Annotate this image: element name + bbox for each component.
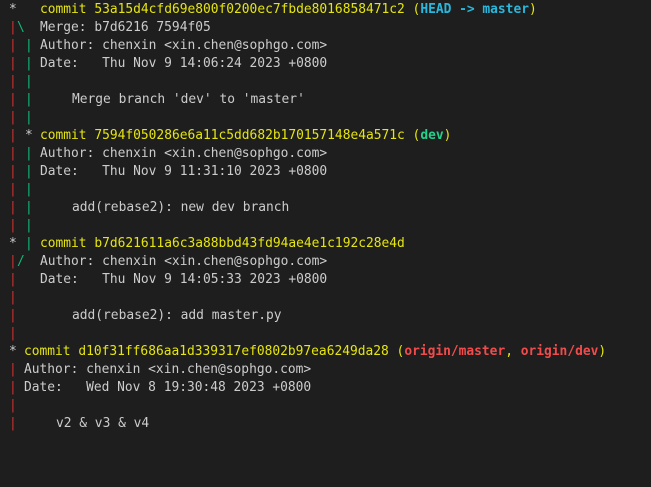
- commit-message: Merge branch 'dev' to 'master': [72, 92, 305, 107]
- date-line: Date: Thu Nov 9 14:06:24 2023 +0800: [40, 56, 328, 71]
- commit-line: * commit 53a15d4cfd69e800f0200ec7fbde801…: [9, 2, 537, 17]
- graph-pipe: |: [25, 200, 33, 215]
- commit-message: add(rebase2): new dev branch: [72, 200, 290, 215]
- author-line: Author: chenxin <xin.chen@sophgo.com>: [40, 38, 328, 53]
- graph-pipe: |: [9, 20, 17, 35]
- merge-line: Merge: b7d6216 7594f05: [40, 20, 211, 35]
- commit-word: commit: [40, 2, 87, 17]
- graph-pipe: |: [25, 38, 33, 53]
- graph-pipe: |: [9, 128, 17, 143]
- graph-pipe: |: [9, 164, 17, 179]
- graph-pipe: |: [9, 74, 17, 89]
- graph-pipe: |: [9, 38, 17, 53]
- graph-star: *: [9, 236, 17, 251]
- author-line: Author: chenxin <xin.chen@sophgo.com>: [24, 362, 312, 377]
- graph-pipe: |: [9, 380, 17, 395]
- date-line: Date: Thu Nov 9 11:31:10 2023 +0800: [40, 164, 328, 179]
- date-line: Date: Wed Nov 8 19:30:48 2023 +0800: [24, 380, 312, 395]
- graph-pipe: |: [25, 56, 33, 71]
- graph-pipe: |: [9, 362, 17, 377]
- remote-ref[interactable]: origin/dev: [521, 344, 599, 359]
- commit-hash[interactable]: 7594f050286e6a11c5dd682b170157148e4a571c: [94, 128, 404, 143]
- graph-pipe: |: [9, 200, 17, 215]
- commit-hash[interactable]: 53a15d4cfd69e800f0200ec7fbde8016858471c2: [94, 2, 404, 17]
- commit-message: v2 & v3 & v4: [56, 416, 150, 431]
- graph-pipe: |: [25, 236, 33, 251]
- author-line: Author: chenxin <xin.chen@sophgo.com>: [40, 254, 328, 269]
- author-line: Author: chenxin <xin.chen@sophgo.com>: [40, 146, 328, 161]
- graph-star: *: [9, 2, 17, 17]
- graph-pipe: |: [9, 110, 17, 125]
- graph-pipe: |: [9, 398, 17, 413]
- graph-pipe: |: [9, 272, 17, 287]
- graph-pipe: |: [25, 92, 33, 107]
- date-line: Date: Thu Nov 9 14:05:33 2023 +0800: [40, 272, 328, 287]
- graph-pipe: |: [9, 56, 17, 71]
- graph-pipe: |: [9, 254, 17, 269]
- commit-line: | * commit 7594f050286e6a11c5dd682b17015…: [9, 128, 452, 143]
- graph-star: *: [9, 344, 17, 359]
- graph-pipe: |: [9, 416, 17, 431]
- commit-hash[interactable]: d10f31ff686aa1d339317ef0802b97ea6249da28: [78, 344, 388, 359]
- graph-pipe: |: [25, 164, 33, 179]
- graph-pipe: |: [9, 146, 17, 161]
- commit-message: add(rebase2): add master.py: [72, 308, 282, 323]
- remote-ref[interactable]: origin/master: [404, 344, 505, 359]
- graph-pipe: |: [9, 218, 17, 233]
- terminal-git-log: * commit 53a15d4cfd69e800f0200ec7fbde801…: [0, 0, 651, 440]
- graph-pipe: |: [25, 74, 33, 89]
- graph-slash: /: [17, 254, 25, 269]
- graph-pipe: |: [9, 290, 17, 305]
- graph-pipe: |: [25, 146, 33, 161]
- graph-pipe: |: [9, 326, 17, 341]
- commit-line: * commit d10f31ff686aa1d339317ef0802b97e…: [9, 344, 607, 359]
- graph-pipe: |: [9, 182, 17, 197]
- graph-pipe: |: [25, 218, 33, 233]
- branch-ref[interactable]: dev: [420, 128, 443, 143]
- head-ref[interactable]: HEAD -> master: [420, 2, 529, 17]
- commit-line: * | commit b7d621611a6c3a88bbd43fd94ae4e…: [9, 236, 405, 251]
- graph-pipe: |: [25, 110, 33, 125]
- graph-pipe: |: [9, 308, 17, 323]
- graph-pipe: |: [9, 92, 17, 107]
- graph-backslash: \: [17, 20, 25, 35]
- graph-pipe: |: [25, 182, 33, 197]
- graph-star: *: [25, 128, 33, 143]
- commit-hash[interactable]: b7d621611a6c3a88bbd43fd94ae4e1c192c28e4d: [94, 236, 404, 251]
